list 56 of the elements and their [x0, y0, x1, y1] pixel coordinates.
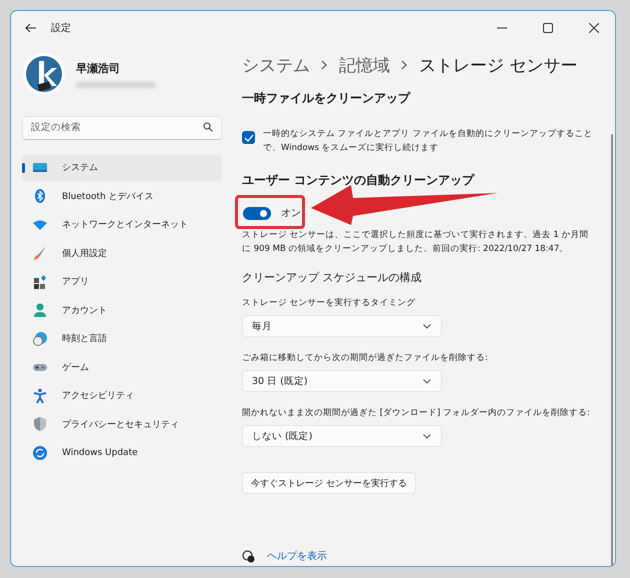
subsection-heading: クリーンアップ スケジュールの構成: [242, 270, 422, 285]
search-icon: [203, 122, 213, 132]
chevron-right-icon: [401, 60, 408, 70]
chevron-down-icon: [423, 324, 431, 328]
chevron-down-icon: [423, 378, 431, 384]
breadcrumb-item[interactable]: システム: [242, 54, 310, 76]
close-icon[interactable]: [589, 23, 599, 33]
paintbrush-icon: [32, 245, 48, 262]
section-heading: 一時ファイルをクリーンアップ: [242, 90, 412, 107]
sidebar-item[interactable]: ゲーム: [22, 354, 222, 380]
sidebar-item[interactable]: システム: [22, 155, 222, 180]
globe-clock-icon: [32, 330, 48, 347]
shield-icon: [32, 416, 48, 432]
search-field[interactable]: 設定の検索: [22, 116, 222, 140]
setting-label: ごみ箱に移動してから次の期間が過ぎたファイルを削除する:: [242, 352, 489, 364]
sidebar-item[interactable]: 個人用設定: [22, 240, 222, 266]
checkbox[interactable]: [242, 131, 255, 144]
sidebar-item[interactable]: Windows Update: [22, 440, 222, 466]
update-icon: [32, 444, 48, 461]
setting-label: ストレージ センサーを実行するタイミング: [242, 297, 417, 309]
toggle-switch[interactable]: [243, 206, 271, 220]
sidebar-item[interactable]: 時刻と言語: [22, 326, 222, 352]
dropdown[interactable]: 30 日 (既定): [242, 370, 442, 392]
setting-label: 開かれないまま次の期間が過ぎた [ダウンロード] フォルダー内のファイルを削除する:: [242, 407, 591, 419]
minimize-icon[interactable]: [497, 27, 507, 29]
sidebar-item[interactable]: ネットワークとインターネット: [22, 212, 222, 238]
dropdown[interactable]: 毎月: [242, 315, 442, 337]
sidebar-item[interactable]: Bluetooth とデバイス: [22, 184, 222, 209]
sidebar-item[interactable]: アカウント: [22, 298, 222, 323]
breadcrumb-item[interactable]: 記憶域: [339, 54, 390, 76]
description-text: ストレージ センサーは、ここで選択した頻度に基づいて実行されます。過去 1 か月間に 909 MB の領域をクリーンアップしました。前回の実行: 2022/10/27 18:47。: [242, 228, 590, 256]
sidebar-item[interactable]: アプリ: [22, 269, 222, 294]
back-arrow-icon[interactable]: [25, 23, 37, 33]
help-icon: [242, 550, 255, 562]
bluetooth-icon: [32, 188, 48, 204]
chevron-down-icon: [423, 434, 431, 438]
window-title: 設定: [51, 22, 71, 35]
section-heading: ユーザー コンテンツの自動クリーンアップ: [242, 172, 476, 189]
scrollbar[interactable]: [611, 134, 613, 566]
sidebar-item[interactable]: プライバシーとセキュリティ: [22, 412, 222, 437]
breadcrumb-item: ストレージ センサー: [419, 54, 578, 76]
user-name: 早瀬浩司: [76, 60, 121, 76]
chevron-right-icon: [321, 60, 328, 70]
maximize-icon[interactable]: [543, 23, 553, 33]
help-link[interactable]: ヘルプを表示: [267, 549, 327, 563]
avatar-logo-icon: [22, 52, 66, 96]
accessibility-icon: [32, 388, 48, 404]
dropdown[interactable]: しない (既定): [242, 425, 442, 447]
checkbox-label: 一時的なシステム ファイルとアプリ ファイルを自動的にクリーンアップすることで、Windows をスムーズに実行し続けます: [263, 128, 594, 155]
run-now-button[interactable]: 今すぐストレージ センサーを実行する: [242, 472, 416, 494]
highlight-frame: [235, 195, 305, 229]
selection-indicator: [22, 163, 25, 173]
toggle-label: オン: [281, 207, 301, 220]
sidebar-item[interactable]: アクセシビリティ: [22, 383, 222, 408]
person-icon: [32, 302, 48, 318]
apps-grid-icon: [32, 274, 48, 290]
